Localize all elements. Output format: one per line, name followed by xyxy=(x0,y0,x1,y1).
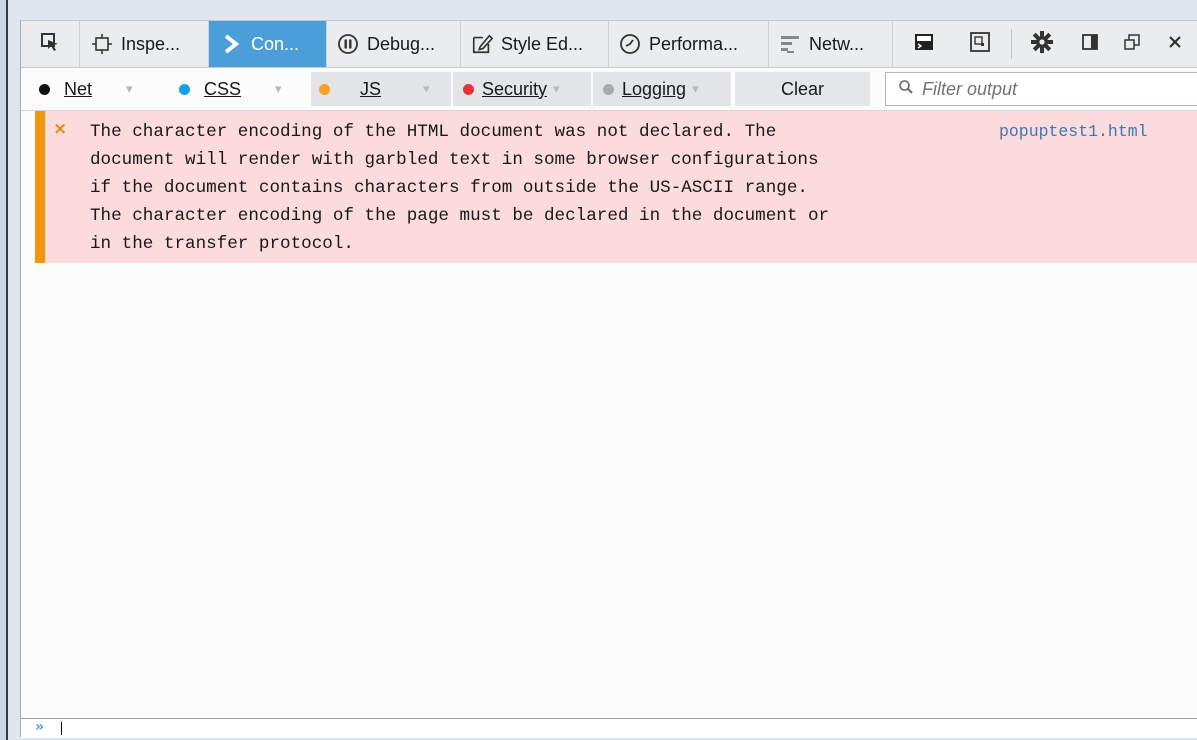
close-devtools-button[interactable] xyxy=(1155,21,1195,67)
split-console-button[interactable] xyxy=(901,21,947,67)
filter-logging[interactable]: Logging ▾ xyxy=(593,72,731,106)
tab-console-label: Con... xyxy=(251,33,300,54)
security-dot xyxy=(463,83,474,95)
tab-debugger-label: Debug... xyxy=(367,33,436,54)
error-icon: × xyxy=(53,119,68,139)
message-text: The character encoding of the HTML docum… xyxy=(90,118,970,258)
undock-button[interactable] xyxy=(1113,21,1151,67)
text-caret xyxy=(61,722,62,735)
performance-icon xyxy=(619,33,641,55)
devtools-toolbar: Inspe... Con... Debug... Style Ed... Per xyxy=(21,21,1197,68)
undock-icon xyxy=(1123,33,1141,56)
chevron-down-icon[interactable]: ▾ xyxy=(423,81,430,97)
debugger-icon xyxy=(337,33,359,55)
filter-css[interactable]: CSS ▾ xyxy=(175,72,311,106)
chevron-down-icon[interactable]: ▾ xyxy=(692,81,699,97)
settings-button[interactable] xyxy=(1021,21,1063,67)
message-line: in the transfer protocol. xyxy=(90,234,354,254)
message-source-link[interactable]: popuptest1.html xyxy=(999,118,1148,146)
message-line: if the document contains characters from… xyxy=(90,178,808,198)
tab-inspector[interactable]: Inspe... xyxy=(79,21,209,67)
filter-search[interactable] xyxy=(885,72,1197,106)
filter-net[interactable]: Net ▾ xyxy=(35,72,175,106)
devtools-panel: Inspe... Con... Debug... Style Ed... Per xyxy=(20,20,1197,738)
filter-net-label: Net xyxy=(64,78,93,99)
message-line: The character encoding of the HTML docum… xyxy=(90,122,777,142)
chevron-down-icon[interactable]: ▾ xyxy=(126,81,133,97)
chevron-down-icon[interactable]: ▾ xyxy=(275,81,282,97)
window-edge xyxy=(0,0,8,740)
console-message-error: × The character encoding of the HTML doc… xyxy=(35,111,1197,263)
responsive-mode-icon xyxy=(969,31,991,58)
tab-style-editor[interactable]: Style Ed... xyxy=(461,21,609,67)
tab-performance[interactable]: Performa... xyxy=(609,21,769,67)
style-editor-icon xyxy=(471,33,493,55)
close-icon xyxy=(1168,35,1182,54)
element-picker-button[interactable] xyxy=(21,21,80,67)
chevron-down-icon[interactable]: ▾ xyxy=(553,81,560,97)
tab-style-editor-label: Style Ed... xyxy=(501,33,584,54)
responsive-mode-button[interactable] xyxy=(957,21,1003,67)
filter-security-label: Security xyxy=(482,78,548,99)
filter-js[interactable]: JS ▾ xyxy=(311,72,451,106)
tab-network[interactable]: Netw... xyxy=(769,21,893,67)
css-dot xyxy=(179,83,190,95)
filter-bar: Net ▾ CSS ▾ JS ▾ Security ▾ Logging ▾ Cl… xyxy=(21,68,1197,111)
console-input[interactable]: » xyxy=(21,718,1197,738)
tab-inspector-label: Inspe... xyxy=(121,33,181,54)
filter-js-label: JS xyxy=(360,78,382,99)
filter-output-input[interactable] xyxy=(920,77,1184,101)
severity-bar xyxy=(35,111,45,263)
net-dot xyxy=(39,83,50,95)
search-icon xyxy=(898,79,914,100)
tab-console[interactable]: Con... xyxy=(209,21,327,67)
dock-side-icon xyxy=(1081,33,1099,56)
inspector-icon xyxy=(91,33,113,55)
filter-css-label: CSS xyxy=(204,78,242,99)
tab-debugger[interactable]: Debug... xyxy=(327,21,461,67)
tab-network-label: Netw... xyxy=(809,33,865,54)
network-icon xyxy=(779,33,801,55)
logging-dot xyxy=(603,83,614,95)
settings-icon xyxy=(1030,30,1054,59)
filter-security[interactable]: Security ▾ xyxy=(453,72,591,106)
element-picker-icon xyxy=(40,32,60,57)
js-dot xyxy=(319,83,330,95)
toolbar-separator xyxy=(1011,29,1012,59)
clear-button[interactable]: Clear xyxy=(735,72,870,106)
message-line: document will render with garbled text i… xyxy=(90,150,819,170)
filter-logging-label: Logging xyxy=(622,78,687,99)
console-icon xyxy=(221,33,243,55)
dock-side-button[interactable] xyxy=(1071,21,1109,67)
tab-performance-label: Performa... xyxy=(649,33,739,54)
prompt-icon: » xyxy=(35,719,45,735)
message-line: The character encoding of the page must … xyxy=(90,206,830,226)
split-console-icon xyxy=(913,31,935,58)
